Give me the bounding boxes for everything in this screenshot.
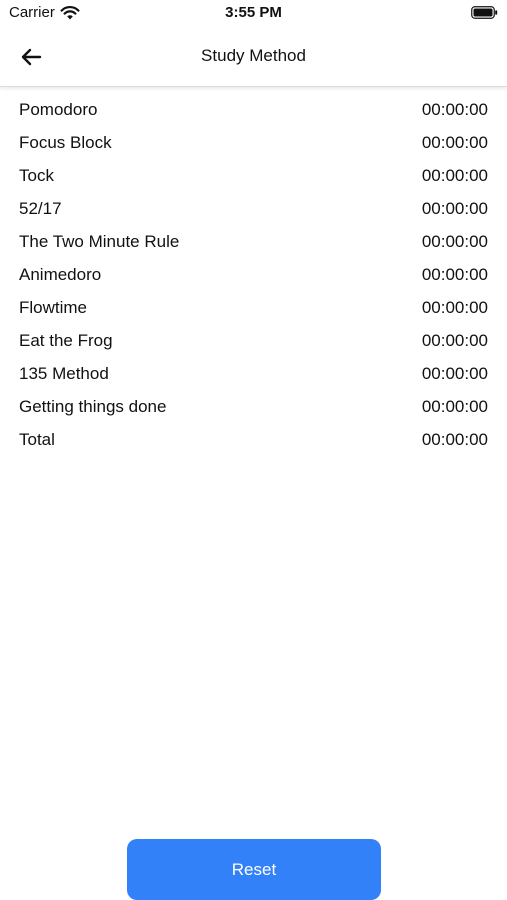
list-item: The Two Minute Rule 00:00:00 — [0, 225, 507, 258]
method-time: 00:00:00 — [421, 165, 488, 185]
method-time: 00:00:00 — [421, 297, 488, 317]
status-bar: Carrier 3:55 PM — [0, 0, 507, 28]
method-name: Tock — [19, 165, 54, 185]
list-item: 135 Method 00:00:00 — [0, 357, 507, 390]
list-item: Tock 00:00:00 — [0, 159, 507, 192]
method-name: Pomodoro — [19, 99, 98, 119]
method-time: 00:00:00 — [421, 396, 488, 416]
list-item: Animedoro 00:00:00 — [0, 258, 507, 291]
list-item: Getting things done 00:00:00 — [0, 390, 507, 423]
reset-button[interactable]: Reset — [127, 839, 381, 900]
method-name: 135 Method — [19, 363, 109, 383]
method-time: 00:00:00 — [421, 264, 488, 284]
list-item: Flowtime 00:00:00 — [0, 291, 507, 324]
total-row: Total 00:00:00 — [0, 423, 507, 456]
study-method-list: Pomodoro 00:00:00 Focus Block 00:00:00 T… — [0, 93, 507, 456]
method-name: The Two Minute Rule — [19, 231, 180, 251]
list-item: Focus Block 00:00:00 — [0, 126, 507, 159]
method-name: Animedoro — [19, 264, 102, 284]
list-item: Pomodoro 00:00:00 — [0, 93, 507, 126]
method-name: Eat the Frog — [19, 330, 113, 350]
method-time: 00:00:00 — [421, 132, 488, 152]
method-name: Flowtime — [19, 297, 88, 317]
list-item: 52/17 00:00:00 — [0, 192, 507, 225]
method-time: 00:00:00 — [421, 330, 488, 350]
method-time: 00:00:00 — [421, 198, 488, 218]
total-label: Total — [19, 429, 55, 449]
navigation-header: Study Method — [0, 28, 507, 87]
method-time: 00:00:00 — [421, 99, 488, 119]
total-time: 00:00:00 — [421, 429, 488, 449]
method-time: 00:00:00 — [421, 363, 488, 383]
method-name: 52/17 — [19, 198, 62, 218]
method-name: Focus Block — [19, 132, 112, 152]
page-title: Study Method — [201, 46, 306, 65]
list-item: Eat the Frog 00:00:00 — [0, 324, 507, 357]
battery-icon — [471, 6, 498, 19]
method-time: 00:00:00 — [421, 231, 488, 251]
method-name: Getting things done — [19, 396, 167, 416]
status-time: 3:55 PM — [225, 4, 282, 21]
